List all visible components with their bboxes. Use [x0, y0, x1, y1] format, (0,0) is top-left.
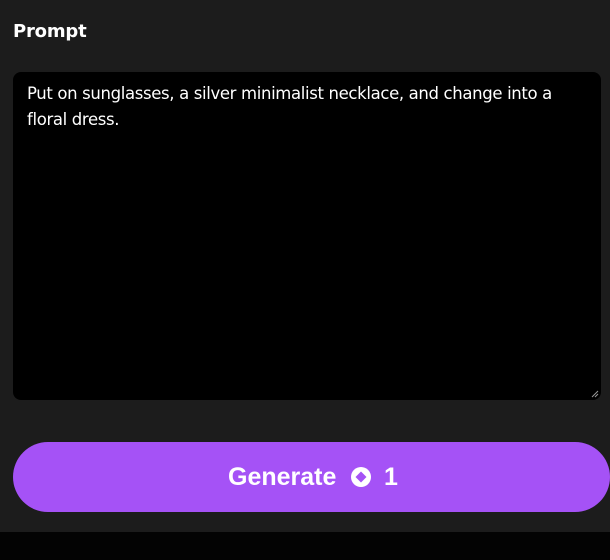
prompt-label: Prompt [13, 21, 87, 42]
credit-coin-icon [351, 467, 371, 487]
prompt-panel: Prompt Put on sunglasses, a silver minim… [0, 0, 610, 532]
prompt-textarea[interactable]: Put on sunglasses, a silver minimalist n… [13, 72, 601, 400]
credit-cost: 1 [384, 463, 398, 491]
generate-button[interactable]: Generate 1 [13, 442, 610, 512]
generate-button-label: Generate [228, 463, 337, 491]
prompt-box: Put on sunglasses, a silver minimalist n… [13, 72, 601, 400]
resize-handle-icon[interactable] [590, 389, 599, 398]
